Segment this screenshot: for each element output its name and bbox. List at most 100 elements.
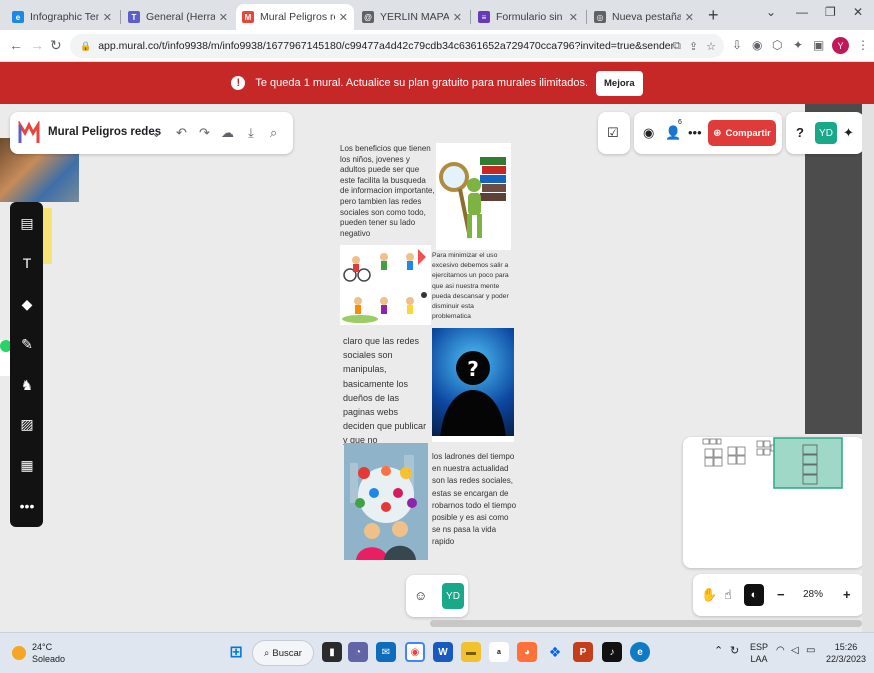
task-view-icon[interactable]: ▮ (322, 642, 342, 662)
mural-logo-icon[interactable] (18, 121, 40, 145)
new-tab-button[interactable]: + (708, 5, 719, 26)
select-pointer-icon[interactable]: ☝ (724, 587, 732, 603)
file-explorer-icon[interactable]: ▬ (461, 642, 481, 662)
browser-tab-mural[interactable]: M Mural Peligros redes · ✕ (236, 4, 354, 30)
extensions-puzzle-icon[interactable]: ✦ (793, 38, 803, 52)
browser-tab-yerlin[interactable]: @ YERLIN MAPA CONCE ✕ (356, 4, 468, 30)
mail-icon[interactable]: ✉ (376, 642, 396, 662)
chevron-down-icon[interactable]: ⌄ (151, 125, 162, 141)
share-page-icon[interactable]: ⇪ (689, 40, 698, 53)
undo-icon[interactable]: ↶ (176, 125, 187, 141)
mural-text-minimize[interactable]: Para minimizar el uso excesivo debemos s… (432, 251, 514, 322)
lock-icon[interactable]: 🔒 (80, 41, 91, 52)
horizontal-scrollbar[interactable] (430, 620, 862, 627)
help-icon[interactable]: ? (796, 125, 804, 140)
browser-tab-form[interactable]: ≡ Formulario sin título · ✕ (472, 4, 584, 30)
wifi-icon[interactable]: ◠ (776, 645, 785, 657)
firefox-icon[interactable]: ◕ (517, 642, 537, 662)
close-icon[interactable]: ✕ (103, 11, 112, 24)
taskbar-search[interactable]: ⌕ Buscar (252, 640, 314, 666)
image-magnifier-books[interactable] (436, 143, 511, 250)
ai-sparkle-icon[interactable]: ✦ (843, 125, 854, 141)
apps-grid-icon[interactable]: ▦ (19, 457, 35, 473)
mural-text-benefits[interactable]: Los beneficios que tienen los niños, jov… (340, 144, 436, 239)
tab-search-icon[interactable]: ⌄ (766, 5, 776, 19)
show-hidden-icons-icon[interactable]: ⌃ (714, 645, 723, 657)
sticky-note-icon[interactable]: ▤ (19, 215, 35, 231)
text-tool-icon[interactable]: T (19, 255, 35, 271)
extension-circle-icon[interactable]: ◉ (752, 38, 762, 52)
sync-icon[interactable]: ↻ (730, 645, 739, 657)
close-icon[interactable]: ✕ (569, 11, 578, 24)
zoom-in-button[interactable]: + (843, 587, 851, 602)
chat-icon[interactable]: ◉ (643, 125, 654, 141)
forward-icon[interactable]: → (30, 37, 44, 53)
clock[interactable]: 15:26 22/3/2023 (826, 641, 866, 665)
mural-title[interactable]: Mural Peligros redes (48, 126, 161, 138)
presenter-mode-icon[interactable]: ◐ (744, 584, 764, 606)
zoom-out-button[interactable]: − (777, 587, 785, 602)
export-icon[interactable]: ⤓ (248, 125, 254, 141)
translate-icon[interactable]: ⧉ (673, 40, 681, 53)
word-icon[interactable]: W (433, 642, 453, 662)
address-bar[interactable]: 🔒 app.mural.co/t/info9938/m/info9938/167… (70, 34, 724, 58)
close-window-icon[interactable]: ✕ (853, 5, 863, 19)
weather-condition: Soleado (32, 654, 66, 664)
more-options-icon[interactable]: ••• (688, 125, 702, 140)
upgrade-button[interactable]: Mejora (596, 70, 643, 96)
reload-icon[interactable]: ↻ (50, 37, 62, 54)
mural-text-time-thieves[interactable]: los ladrones del tiempo en nuestra actua… (432, 451, 518, 549)
checkbox-icon[interactable]: ☑ (607, 125, 619, 141)
participants-icon[interactable]: 👤 (665, 125, 681, 141)
weather-widget[interactable]: 24°C Soleado (12, 641, 65, 665)
browser-tab-infographic[interactable]: e Infographic Template ✕ (6, 4, 118, 30)
profile-avatar[interactable]: Y (832, 37, 849, 54)
teams-chat-icon[interactable]: ◔ (348, 642, 368, 662)
image-kids-playing[interactable] (340, 245, 431, 325)
draw-pen-icon[interactable]: ✎ (19, 336, 35, 352)
battery-icon[interactable]: ▭ (806, 645, 815, 657)
templates-llama-icon[interactable]: ♞ (19, 377, 35, 393)
browser-tab-newtab[interactable]: ◎ Nueva pestaña ✕ (588, 4, 700, 30)
vertical-scrollbar[interactable] (862, 104, 874, 632)
shapes-icon[interactable]: ◆ (19, 296, 35, 312)
volume-icon[interactable]: ◁ (791, 645, 799, 657)
mural-text-manipulation[interactable]: claro que las redes sociales son manipul… (343, 334, 429, 448)
powerpoint-icon[interactable]: P (573, 642, 593, 662)
amazon-icon[interactable]: a (489, 642, 509, 662)
minimize-icon[interactable]: — (796, 5, 808, 19)
close-icon[interactable]: ✕ (339, 11, 348, 24)
browser-menu-icon[interactable]: ⋮ (857, 38, 869, 52)
search-icon[interactable]: ⌕ (270, 125, 277, 141)
edge-icon[interactable]: e (630, 642, 650, 662)
more-tools-icon[interactable]: ••• (19, 498, 35, 514)
restore-icon[interactable]: ❐ (825, 5, 836, 19)
close-icon[interactable]: ✕ (219, 11, 228, 24)
image-question-silhouette[interactable]: ? (432, 328, 514, 442)
minimap[interactable] (683, 437, 864, 568)
extension-badge-icon[interactable]: ⬡ (772, 38, 782, 52)
hand-pan-icon[interactable]: ✋ (701, 587, 717, 603)
input-language[interactable]: ESP LAA (750, 641, 768, 665)
back-icon[interactable]: ← (9, 37, 23, 53)
windows-start-icon[interactable]: ⊞ (226, 642, 246, 662)
zoom-level[interactable]: 28% (803, 589, 823, 600)
tiktok-icon[interactable]: ♪ (602, 642, 622, 662)
smiley-icon[interactable]: ☺ (414, 588, 427, 603)
dropbox-icon[interactable]: ❖ (545, 642, 565, 662)
user-avatar[interactable]: YD (815, 122, 837, 144)
browser-tab-teams[interactable]: T General (Herramientas ✕ (122, 4, 234, 30)
bookmark-star-icon[interactable]: ☆ (706, 40, 716, 53)
side-panel-icon[interactable]: ▣ (813, 38, 824, 52)
cloud-saved-icon[interactable]: ☁ (221, 125, 234, 141)
user-avatar-bottom[interactable]: YD (442, 583, 464, 609)
sticky-note-fragment[interactable] (42, 208, 52, 264)
close-icon[interactable]: ✕ (685, 11, 694, 24)
chrome-icon[interactable]: ◉ (405, 642, 425, 662)
extension-save-icon[interactable]: ⇩ (732, 38, 742, 52)
image-social-media-people[interactable] (344, 443, 428, 560)
share-button[interactable]: ⊕ Compartir (708, 120, 776, 146)
redo-icon[interactable]: ↷ (199, 125, 210, 141)
image-icon[interactable]: ▨ (19, 416, 35, 432)
close-icon[interactable]: ✕ (453, 11, 462, 24)
